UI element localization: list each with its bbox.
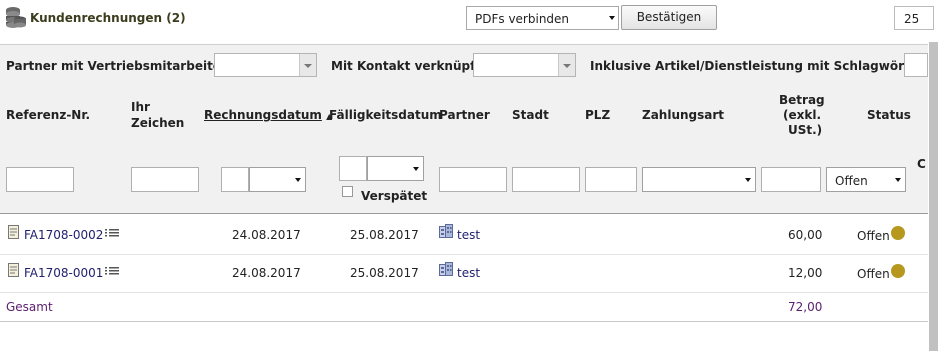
due-date-period-select[interactable] (367, 156, 424, 181)
table-header: Referenz-Nr. Ihr Zeichen Rechnungsdatum … (0, 86, 928, 145)
overdue-label: Verspätet (361, 189, 428, 203)
payment-type-select[interactable] (642, 167, 756, 192)
contact-combo[interactable] (473, 53, 576, 77)
total-amount: 72,00 (788, 300, 823, 314)
company-icon (439, 224, 453, 241)
col-partner[interactable]: Partner (439, 108, 490, 122)
invoice-date-sort-link[interactable]: Rechnungsdatum (204, 108, 322, 122)
keywords-combo[interactable] (904, 53, 928, 77)
chevron-down-icon (293, 169, 304, 190)
vertical-scrollbar[interactable] (929, 42, 938, 351)
col-payment[interactable]: Zahlungsart (642, 108, 724, 122)
invoice-ref-link[interactable]: FA1708-0002 (24, 228, 103, 242)
ref-search-input[interactable] (6, 167, 74, 192)
list-menu-icon[interactable] (105, 264, 119, 278)
zip-search-input[interactable] (585, 167, 637, 192)
status-text: Offen (857, 229, 890, 243)
table-row[interactable]: FA1708-0001 24.08.2017 25.08.2017 test 1… (0, 254, 928, 293)
partner-link[interactable]: test (457, 266, 480, 280)
chevron-down-icon (743, 169, 754, 190)
overdue-checkbox[interactable] (342, 186, 353, 197)
status-select-value: Offen (835, 174, 868, 188)
chevron-down-icon (606, 7, 618, 29)
partner-search-input[interactable] (439, 167, 507, 192)
bulk-action-value: PDFs verbinden (475, 12, 570, 26)
col-your-sign-line2[interactable]: Zeichen (131, 116, 184, 130)
title-bar: Kundenrechnungen (2) PDFs verbinden Best… (0, 0, 938, 36)
col-due-date[interactable]: Fälligkeitsdatum (329, 108, 442, 122)
invoice-date: 24.08.2017 (232, 266, 301, 280)
page-size-select[interactable]: 25 (894, 6, 934, 30)
chevron-down-icon[interactable] (558, 54, 575, 76)
col-city[interactable]: Stadt (512, 108, 549, 122)
totals-row: Gesamt 72,00 (0, 292, 928, 322)
col-cut-off: C (917, 157, 926, 171)
page-size-value: 25 (904, 12, 920, 26)
invoice-date-period-select[interactable] (249, 167, 306, 192)
invoice-doc-icon[interactable] (8, 263, 19, 280)
filter-bar: Partner mit Vertriebsmitarbeiter: Mit Ko… (0, 44, 929, 87)
amount: 60,00 (788, 228, 823, 242)
invoice-date: 24.08.2017 (232, 228, 301, 242)
sales-partner-label: Partner mit Vertriebsmitarbeiter: (6, 59, 232, 73)
col-invoice-date[interactable]: Rechnungsdatum ▲ (204, 108, 332, 124)
chevron-down-icon (893, 169, 904, 190)
invoice-date-value-input[interactable] (221, 167, 249, 192)
confirm-button[interactable]: Bestätigen (621, 5, 717, 30)
keywords-label: Inklusive Artikel/Dienstleistung mit Sch… (590, 59, 929, 73)
status-select[interactable]: Offen (826, 167, 906, 192)
company-icon (439, 262, 453, 279)
list-menu-icon[interactable] (105, 226, 119, 240)
invoice-stack-icon (5, 5, 27, 32)
col-amount-line1[interactable]: Betrag (779, 93, 825, 107)
sales-partner-combo[interactable] (214, 53, 317, 77)
invoice-doc-icon[interactable] (8, 225, 19, 242)
col-amount-line3[interactable]: USt.) (788, 123, 822, 137)
page-title: Kundenrechnungen (2) (30, 11, 186, 25)
your-sign-search-input[interactable] (131, 167, 199, 192)
chevron-down-icon[interactable] (299, 54, 316, 76)
status-open-icon (891, 226, 905, 240)
col-ref[interactable]: Referenz-Nr. (6, 108, 90, 122)
bulk-action-select[interactable]: PDFs verbinden (466, 6, 619, 30)
due-date: 25.08.2017 (350, 266, 419, 280)
contact-label: Mit Kontakt verknüpft: (331, 59, 486, 73)
col-zip[interactable]: PLZ (585, 108, 610, 122)
city-search-input[interactable] (512, 167, 580, 192)
col-your-sign-line1[interactable]: Ihr (131, 100, 150, 114)
status-open-icon (891, 264, 905, 278)
amount: 12,00 (788, 266, 823, 280)
due-date-value-input[interactable] (339, 156, 367, 181)
col-status[interactable]: Status (867, 108, 911, 122)
partner-link[interactable]: test (457, 228, 480, 242)
table-row[interactable]: FA1708-0002 24.08.2017 25.08.2017 test 6… (0, 216, 928, 255)
chevron-down-icon (411, 158, 422, 179)
invoice-ref-link[interactable]: FA1708-0001 (24, 266, 103, 280)
amount-search-input[interactable] (761, 167, 821, 192)
search-row: Verspätet Offen C (0, 145, 928, 214)
total-label: Gesamt (6, 300, 53, 314)
col-amount-line2[interactable]: (exkl. (783, 108, 821, 122)
status-text: Offen (857, 267, 890, 281)
due-date: 25.08.2017 (350, 228, 419, 242)
